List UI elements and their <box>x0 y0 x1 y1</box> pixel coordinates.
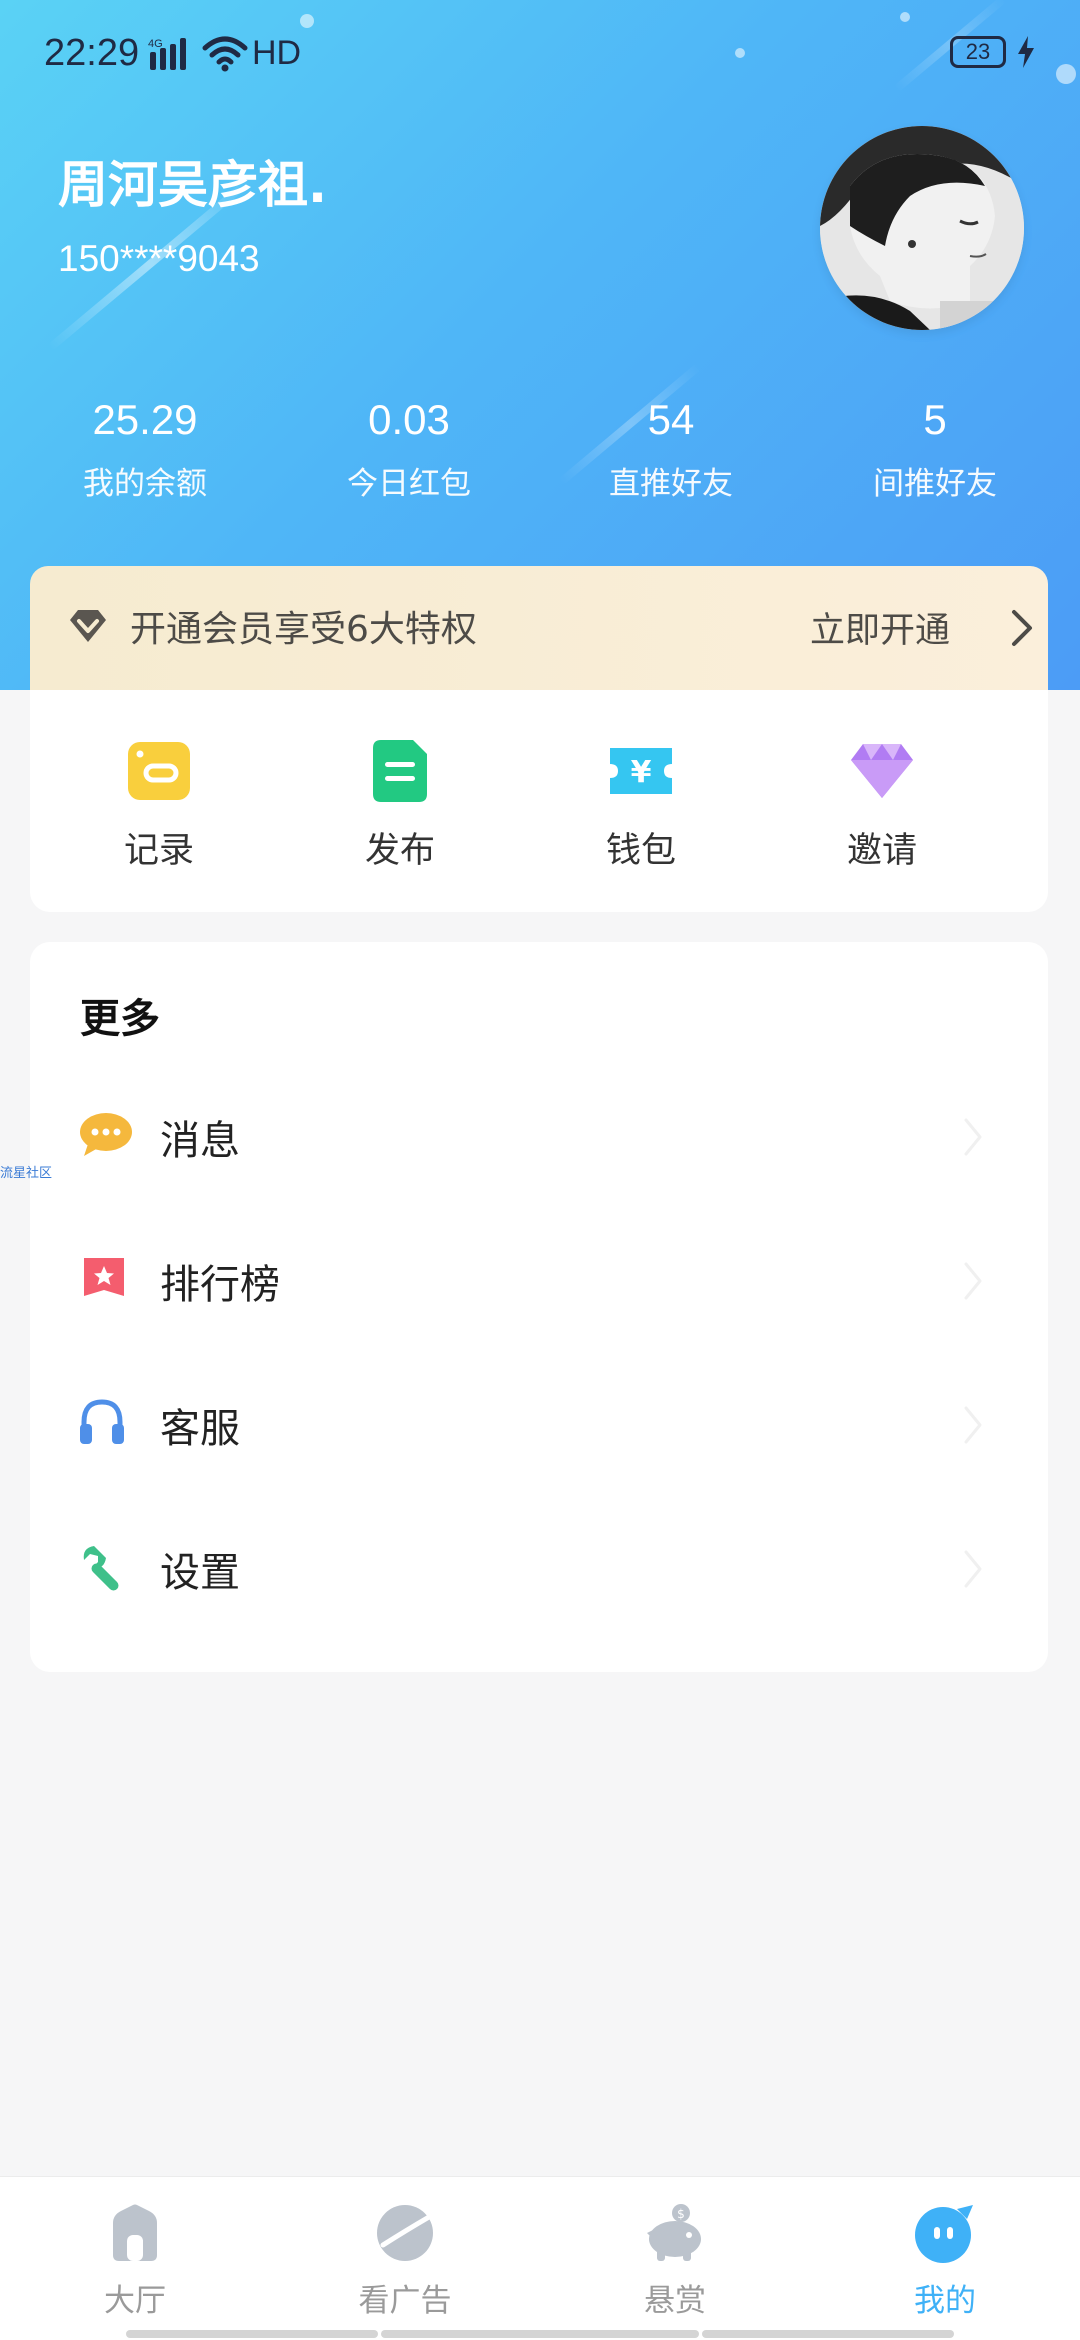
vip-open-button[interactable]: 立即开通 <box>810 602 950 653</box>
quick-record[interactable]: 记录 <box>39 690 279 912</box>
menu-item-customer-service[interactable]: 客服 <box>30 1350 1048 1494</box>
user-name: 周河吴彦祖. <box>58 156 327 214</box>
home-icon <box>113 2204 157 2261</box>
tab-label: 大厅 <box>104 2283 166 2319</box>
tab-label: 悬赏 <box>644 2283 706 2319</box>
cellular-signal-icon: 4G <box>148 38 186 70</box>
vip-text: 开通会员享受6大特权 <box>130 609 477 650</box>
record-icon <box>128 742 190 800</box>
bottom-tab-bar: 大厅 看广告 $ 悬赏 我的 <box>0 2176 1080 2340</box>
gesture-bar <box>381 2330 699 2338</box>
battery-indicator: 23 <box>950 36 1006 68</box>
wrench-icon <box>83 1546 119 1591</box>
quick-actions: 记录 发布 ¥ 钱包 邀请 <box>30 690 1048 912</box>
quick-label: 钱包 <box>605 831 676 871</box>
piggy-bank-icon: $ <box>647 2204 701 2261</box>
status-bar: 22:29 4G HD 23 <box>0 0 1080 110</box>
hd-indicator: HD <box>252 34 302 72</box>
svg-text:¥: ¥ <box>631 755 652 790</box>
chevron-right-icon <box>1012 610 1032 646</box>
wallet-icon: ¥ <box>610 748 672 794</box>
charging-bolt-icon <box>1018 36 1034 68</box>
stat-value: 5 <box>923 396 947 443</box>
stat-label: 今日红包 <box>347 466 471 502</box>
status-time: 22:29 <box>44 32 140 74</box>
section-title: 更多 <box>80 996 160 1042</box>
tab-label: 看广告 <box>358 2283 452 2319</box>
tab-watch-ads[interactable]: 看广告 <box>270 2177 540 2340</box>
menu-item-label: 客服 <box>160 1406 240 1452</box>
stat-indirect-friends[interactable]: 5 间推好友 <box>800 392 1070 503</box>
more-section: 更多 消息 排行榜 客服 设置 <box>30 942 1048 1672</box>
avatar-illustration <box>820 126 1024 330</box>
stat-direct-friends[interactable]: 54 直推好友 <box>536 392 806 503</box>
profile-face-icon <box>915 2205 973 2263</box>
svg-text:$: $ <box>677 2207 685 2221</box>
quick-label: 记录 <box>123 831 194 871</box>
chevron-right-icon <box>964 1118 982 1156</box>
ranking-icon <box>84 1258 124 1296</box>
diamond-icon <box>851 744 913 798</box>
tab-label: 我的 <box>914 2283 976 2319</box>
headset-icon <box>80 1399 124 1444</box>
menu-item-label: 设置 <box>160 1550 240 1596</box>
menu-item-ranking[interactable]: 排行榜 <box>30 1206 1048 1350</box>
stat-value: 0.03 <box>368 396 450 443</box>
stat-value: 54 <box>647 396 695 443</box>
menu-item-label: 消息 <box>160 1118 240 1164</box>
stat-balance[interactable]: 25.29 我的余额 <box>10 392 280 503</box>
vip-diamond-icon <box>70 610 106 642</box>
stat-label: 直推好友 <box>609 466 733 502</box>
user-phone: 150****9043 <box>58 238 260 279</box>
avatar[interactable] <box>820 126 1024 330</box>
quick-label: 发布 <box>364 831 435 871</box>
quick-wallet[interactable]: ¥ 钱包 <box>521 690 761 912</box>
network-type-label: 4G <box>148 38 163 50</box>
stat-value: 25.29 <box>92 396 198 443</box>
stat-red-packet[interactable]: 0.03 今日红包 <box>274 392 544 503</box>
vip-banner[interactable]: 开通会员享受6大特权 立即开通 <box>30 566 1048 690</box>
chevron-right-icon <box>964 1406 982 1444</box>
planet-icon <box>377 2205 433 2261</box>
tab-mine[interactable]: 我的 <box>810 2177 1080 2340</box>
stat-label: 我的余额 <box>83 466 207 502</box>
quick-label: 邀请 <box>846 831 917 871</box>
menu-item-label: 排行榜 <box>160 1262 280 1308</box>
floating-side-tag[interactable]: 流星社区 <box>0 1162 52 1181</box>
message-icon <box>80 1113 132 1156</box>
wifi-icon <box>202 36 248 72</box>
publish-icon <box>373 740 427 802</box>
tab-reward[interactable]: $ 悬赏 <box>540 2177 810 2340</box>
chevron-right-icon <box>964 1550 982 1588</box>
stat-label: 间推好友 <box>873 466 997 502</box>
gesture-bar <box>702 2330 954 2338</box>
quick-publish[interactable]: 发布 <box>280 690 520 912</box>
quick-invite[interactable]: 邀请 <box>762 690 1002 912</box>
tab-hall[interactable]: 大厅 <box>0 2177 270 2340</box>
chevron-right-icon <box>964 1262 982 1300</box>
stats-row: 25.29 我的余额 0.03 今日红包 54 直推好友 5 间推好友 <box>0 392 1080 522</box>
menu-item-settings[interactable]: 设置 <box>30 1494 1048 1638</box>
menu-item-message[interactable]: 消息 <box>30 1062 1048 1206</box>
gesture-bar <box>126 2330 378 2338</box>
